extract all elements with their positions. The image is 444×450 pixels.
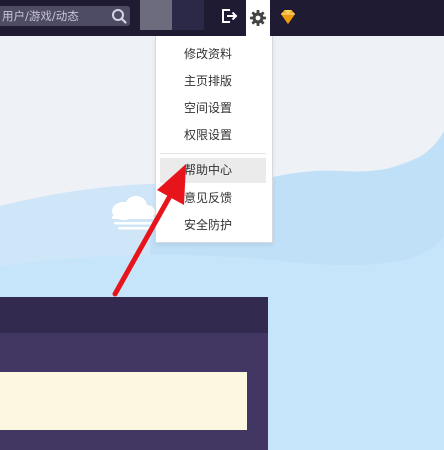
top-navigation-bar [0, 0, 444, 36]
notice-box [0, 372, 247, 430]
menu-divider [160, 153, 266, 154]
menu-item-help-center[interactable]: 帮助中心 [160, 158, 266, 183]
menu-item-homepage-layout[interactable]: 主页排版 [160, 69, 266, 94]
search-icon[interactable] [111, 8, 127, 24]
logout-icon[interactable] [219, 6, 239, 26]
panel-header [0, 297, 268, 333]
content-panel [0, 297, 268, 450]
menu-item-permission-settings[interactable]: 权限设置 [160, 123, 266, 148]
menu-item-security[interactable]: 安全防护 [160, 213, 266, 238]
search-input[interactable] [0, 6, 106, 26]
gear-icon [250, 10, 266, 26]
menu-item-space-settings[interactable]: 空间设置 [160, 96, 266, 121]
diamond-icon[interactable] [278, 7, 298, 27]
settings-button[interactable] [246, 0, 270, 36]
avatar-image [140, 0, 172, 30]
settings-dropdown-menu: 修改资料 主页排版 空间设置 权限设置 帮助中心 意见反馈 安全防护 [155, 36, 273, 243]
menu-item-feedback[interactable]: 意见反馈 [160, 186, 266, 211]
search-box [0, 6, 130, 26]
user-avatar[interactable] [140, 0, 204, 30]
menu-item-edit-profile[interactable]: 修改资料 [160, 42, 266, 67]
